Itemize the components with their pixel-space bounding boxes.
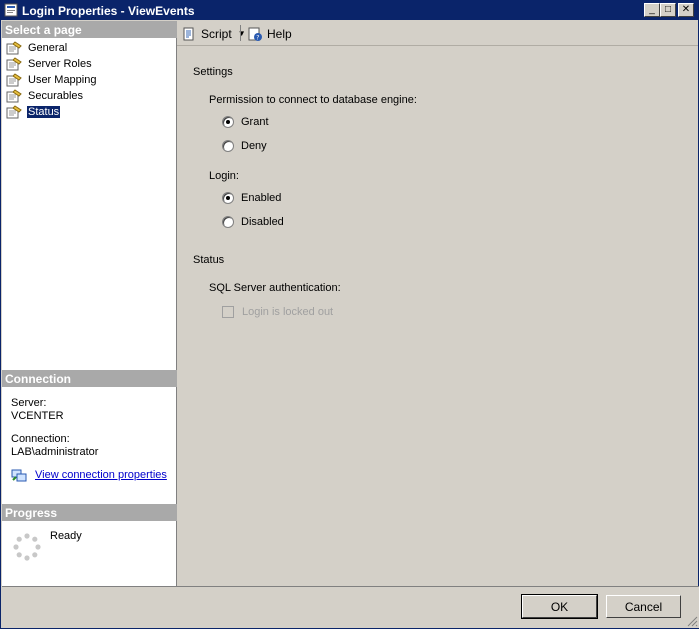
close-icon: ✕ <box>681 4 691 15</box>
maximize-icon: □ <box>664 4 672 15</box>
sql-auth-label: SQL Server authentication: <box>209 282 341 294</box>
window-icon <box>4 3 18 17</box>
minimize-icon: _ <box>649 4 655 15</box>
page-icon <box>6 105 22 119</box>
script-icon <box>183 27 194 40</box>
page-item-label: Securables <box>28 90 84 102</box>
login-locked-out-checkbox: Login is locked out <box>222 306 333 318</box>
script-label: Script <box>201 26 232 41</box>
chevron-down-icon[interactable]: ▼ <box>238 29 246 38</box>
deny-label: Deny <box>241 140 267 152</box>
page-item-label: User Mapping <box>28 74 97 86</box>
progress-header: Progress <box>2 504 177 521</box>
login-locked-out-label: Login is locked out <box>242 306 334 318</box>
help-button[interactable]: ? Help <box>247 25 292 42</box>
connection-header: Connection <box>2 370 177 387</box>
enabled-radio[interactable]: Enabled <box>222 192 281 204</box>
page-icon <box>6 89 22 103</box>
connection-properties-icon <box>11 469 27 482</box>
settings-heading: Settings <box>193 66 233 78</box>
window-title: Login Properties - ViewEvents <box>22 4 195 18</box>
svg-text:?: ? <box>256 34 259 41</box>
server-label: Server: <box>11 397 47 409</box>
title-bar[interactable]: Login Properties - ViewEvents _ □ ✕ <box>1 1 698 20</box>
enabled-label: Enabled <box>241 192 282 204</box>
page-icon <box>6 41 22 55</box>
login-label: Login: <box>209 170 239 182</box>
disabled-label: Disabled <box>241 216 284 228</box>
page-icon <box>6 73 22 87</box>
page-item-label: General <box>28 42 68 54</box>
login-properties-window: Login Properties - ViewEvents _ □ ✕ Sele… <box>0 0 699 629</box>
status-page-content: Settings Permission to connect to databa… <box>177 46 698 586</box>
minimize-button[interactable]: _ <box>644 3 660 17</box>
ok-button[interactable]: OK <box>521 594 598 619</box>
toolbar: Script ▼ ? Help <box>177 21 698 46</box>
page-item-general[interactable]: General <box>6 40 68 56</box>
page-icon <box>6 57 22 71</box>
page-item-status[interactable]: Status <box>6 104 62 120</box>
connection-value: LAB\administrator <box>11 446 99 458</box>
select-page-header: Select a page <box>2 21 177 38</box>
deny-radio[interactable]: Deny <box>222 140 267 152</box>
server-value: VCENTER <box>11 410 64 422</box>
radio-unselected-icon[interactable] <box>222 216 234 228</box>
cancel-button[interactable]: Cancel <box>606 595 681 618</box>
page-item-label: Status <box>25 105 62 119</box>
radio-selected-icon[interactable] <box>222 116 234 128</box>
help-label: Help <box>267 26 292 41</box>
script-button[interactable]: Script ▼ <box>181 25 246 42</box>
page-item-label: Server Roles <box>28 58 92 70</box>
page-item-securables[interactable]: Securables <box>6 88 84 104</box>
toolbar-separator <box>240 25 241 41</box>
help-icon: ? <box>248 27 262 41</box>
grant-label: Grant <box>241 116 269 128</box>
connection-label: Connection: <box>11 433 70 445</box>
radio-unselected-icon[interactable] <box>222 140 234 152</box>
permission-label: Permission to connect to database engine… <box>209 94 417 106</box>
grant-radio[interactable]: Grant <box>222 116 269 128</box>
resize-grip-icon[interactable] <box>686 615 698 627</box>
button-bar: OK Cancel <box>2 586 699 628</box>
maximize-button[interactable]: □ <box>660 3 676 17</box>
page-item-server-roles[interactable]: Server Roles <box>6 56 93 72</box>
view-connection-properties-link[interactable]: View connection properties <box>11 468 167 482</box>
disabled-radio[interactable]: Disabled <box>222 216 284 228</box>
view-connection-properties-label: View connection properties <box>35 469 167 481</box>
page-item-user-mapping[interactable]: User Mapping <box>6 72 97 88</box>
left-pane: Select a page General Server Roles User … <box>2 21 177 586</box>
checkbox-icon <box>222 306 234 318</box>
progress-spinner-icon <box>13 533 41 561</box>
progress-status: Ready <box>50 530 82 542</box>
status-heading: Status <box>193 254 225 266</box>
radio-selected-icon[interactable] <box>222 192 234 204</box>
close-button[interactable]: ✕ <box>678 3 694 17</box>
